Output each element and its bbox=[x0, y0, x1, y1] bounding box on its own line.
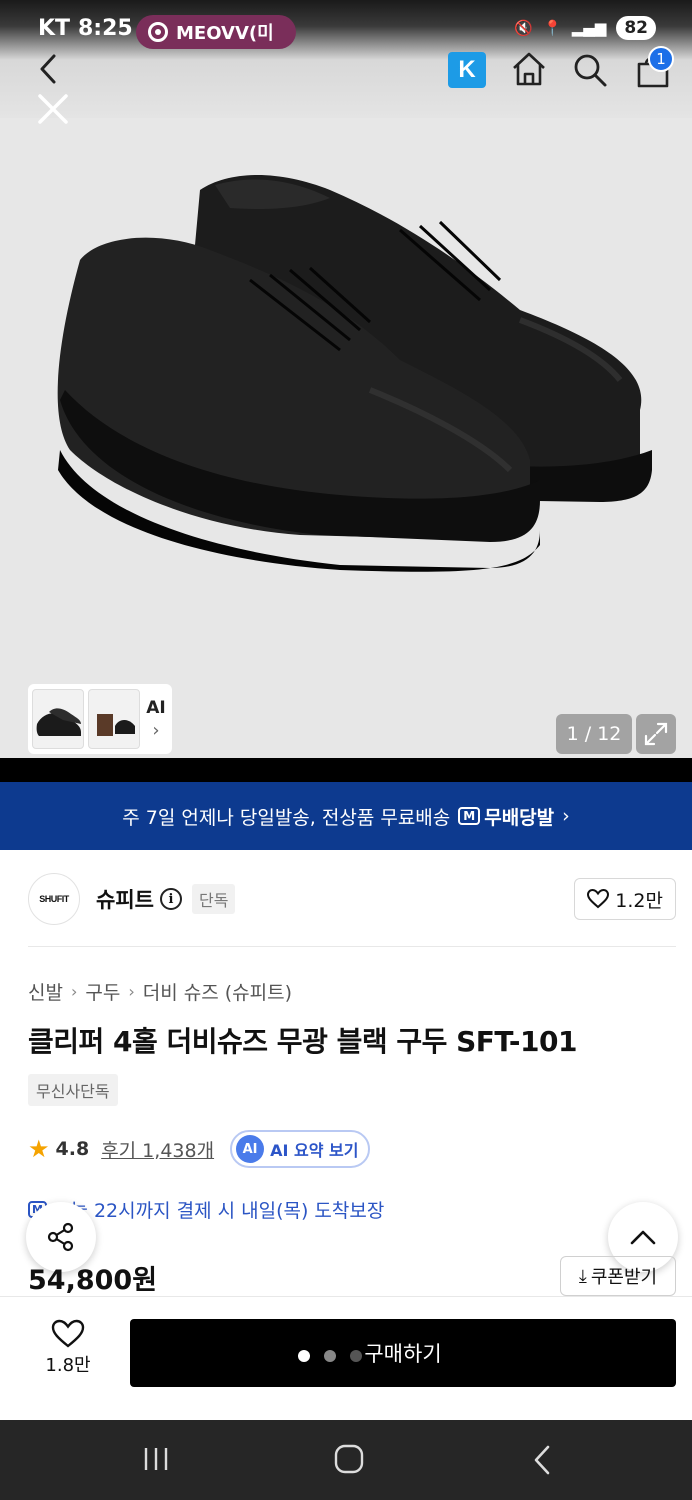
close-icon[interactable] bbox=[36, 92, 70, 126]
ai-summary-label: AI 요약 보기 bbox=[270, 1141, 359, 1160]
chevron-up-icon bbox=[630, 1230, 656, 1245]
location-icon: 📍 bbox=[543, 19, 562, 37]
media-chip-label: MEOVV(미 bbox=[176, 23, 274, 44]
image-counter: 1 / 12 bbox=[556, 714, 632, 754]
chevron-right-icon: › bbox=[70, 982, 78, 1001]
thumbnail-strip[interactable]: AI › bbox=[28, 684, 172, 754]
system-indicators: 🔇 📍 ▂▄▆ 82 bbox=[514, 16, 656, 40]
info-icon[interactable]: i bbox=[159, 888, 182, 910]
brand-exclusive-tag: 단독 bbox=[191, 884, 236, 914]
delivery-text: 오늘 22시까지 결제 시 내일(목) 도착보장 bbox=[52, 1200, 385, 1222]
mute-icon: 🔇 bbox=[514, 19, 534, 37]
rating-row: ★ 4.8 후기 1,438개 AI AI 요약 보기 bbox=[28, 1130, 371, 1168]
star-icon: ★ bbox=[28, 1135, 50, 1163]
expand-button[interactable] bbox=[636, 714, 676, 754]
thumbnail-shoe-icon bbox=[36, 708, 81, 736]
delivery-truck-icon: M bbox=[458, 807, 481, 825]
product-title: 클리퍼 4홀 더비슈즈 무광 블랙 구두 SFT-101 bbox=[28, 1025, 577, 1058]
expand-icon bbox=[644, 722, 668, 746]
breadcrumb-item[interactable]: 구두 bbox=[85, 978, 120, 1005]
coupon-button[interactable]: ⤓ 쿠폰받기 bbox=[560, 1256, 676, 1296]
thumbnail-1[interactable] bbox=[32, 689, 84, 749]
cart-count-badge: 1 bbox=[648, 46, 674, 72]
k-app-button[interactable]: K bbox=[448, 52, 486, 88]
promo-text: 주 7일 언제나 당일발송, 전상품 무료배송 bbox=[122, 806, 451, 829]
rating-value: 4.8 bbox=[55, 1138, 90, 1160]
wishlist-count: 1.8만 bbox=[45, 1355, 91, 1376]
free-delivery-badge: M 무배당발 bbox=[458, 803, 554, 830]
chevron-right-icon: › bbox=[152, 719, 160, 741]
review-link[interactable]: 후기 1,438개 bbox=[101, 1136, 214, 1163]
ai-icon: AI bbox=[236, 1135, 265, 1163]
shipping-promo-banner[interactable]: 주 7일 언제나 당일발송, 전상품 무료배송 M 무배당발 › bbox=[0, 782, 692, 850]
loading-dot bbox=[350, 1350, 362, 1362]
download-icon: ⤓ bbox=[578, 1265, 587, 1287]
buy-button[interactable]: 구매하기 bbox=[130, 1319, 676, 1387]
clock: 8:25 bbox=[78, 16, 133, 41]
wishlist-button[interactable]: 1.8만 bbox=[32, 1319, 104, 1377]
loading-dot bbox=[298, 1350, 310, 1362]
brand-logo[interactable]: SHUFIT bbox=[28, 873, 80, 925]
heart-icon bbox=[51, 1319, 85, 1348]
home-nav-icon[interactable] bbox=[334, 1444, 364, 1474]
media-chip[interactable]: MEOVV(미 bbox=[136, 15, 296, 49]
breadcrumb-item[interactable]: 신발 bbox=[28, 978, 63, 1005]
brand-like-button[interactable]: 1.2만 bbox=[574, 878, 676, 920]
promo-badge-label: 무배당발 bbox=[484, 806, 555, 829]
ai-thumbnail-label: AI bbox=[146, 697, 166, 718]
search-icon[interactable] bbox=[572, 52, 608, 88]
loading-dot bbox=[324, 1350, 336, 1362]
system-navigation-bar bbox=[0, 1420, 692, 1500]
thumbnail-2[interactable] bbox=[88, 689, 140, 749]
heart-icon bbox=[587, 889, 610, 909]
chevron-right-icon: › bbox=[562, 805, 570, 827]
breadcrumb: 신발 › 구두 › 더비 슈즈 (슈피트) bbox=[28, 978, 292, 1005]
brand-like-count: 1.2만 bbox=[615, 889, 663, 912]
divider bbox=[28, 946, 676, 947]
ai-thumbnail-button[interactable]: AI › bbox=[144, 698, 168, 741]
carrier-label: KT bbox=[38, 16, 71, 41]
battery-level: 82 bbox=[616, 16, 656, 40]
coupon-label: 쿠폰받기 bbox=[590, 1267, 658, 1288]
brand-name[interactable]: 슈피트 bbox=[96, 884, 154, 914]
signal-icon: ▂▄▆ bbox=[571, 19, 607, 37]
chevron-right-icon: › bbox=[128, 982, 135, 1001]
product-detail: SHUFIT 슈피트 i 단독 1.2만 신발 › 구두 › 더비 슈즈 (슈피… bbox=[0, 850, 692, 1420]
exclusive-tag: 무신사단독 bbox=[28, 1074, 118, 1106]
brand-row: SHUFIT 슈피트 i 단독 1.2만 bbox=[28, 872, 676, 926]
back-nav-icon[interactable] bbox=[530, 1444, 554, 1476]
buy-button-label: 구매하기 bbox=[364, 1342, 442, 1366]
purchase-bar: 1.8만 구매하기 bbox=[0, 1296, 692, 1387]
loading-indicator bbox=[298, 1350, 362, 1362]
recording-icon bbox=[148, 22, 168, 42]
ai-summary-button[interactable]: AI AI 요약 보기 bbox=[230, 1130, 371, 1168]
thumbnail-shoe-icon bbox=[97, 714, 135, 736]
back-icon[interactable] bbox=[36, 52, 62, 86]
product-price: 54,800원 bbox=[28, 1265, 158, 1296]
product-photo bbox=[57, 175, 652, 572]
recent-apps-icon[interactable] bbox=[142, 1446, 170, 1472]
home-icon[interactable] bbox=[510, 50, 548, 88]
breadcrumb-item[interactable]: 더비 슈즈 (슈피트) bbox=[143, 978, 292, 1005]
product-image-gallery[interactable]: KT 8:25 MEOVV(미 🔇 📍 ▂▄▆ 82 K 1 AI › 1 / … bbox=[0, 0, 692, 758]
share-icon bbox=[47, 1222, 74, 1252]
